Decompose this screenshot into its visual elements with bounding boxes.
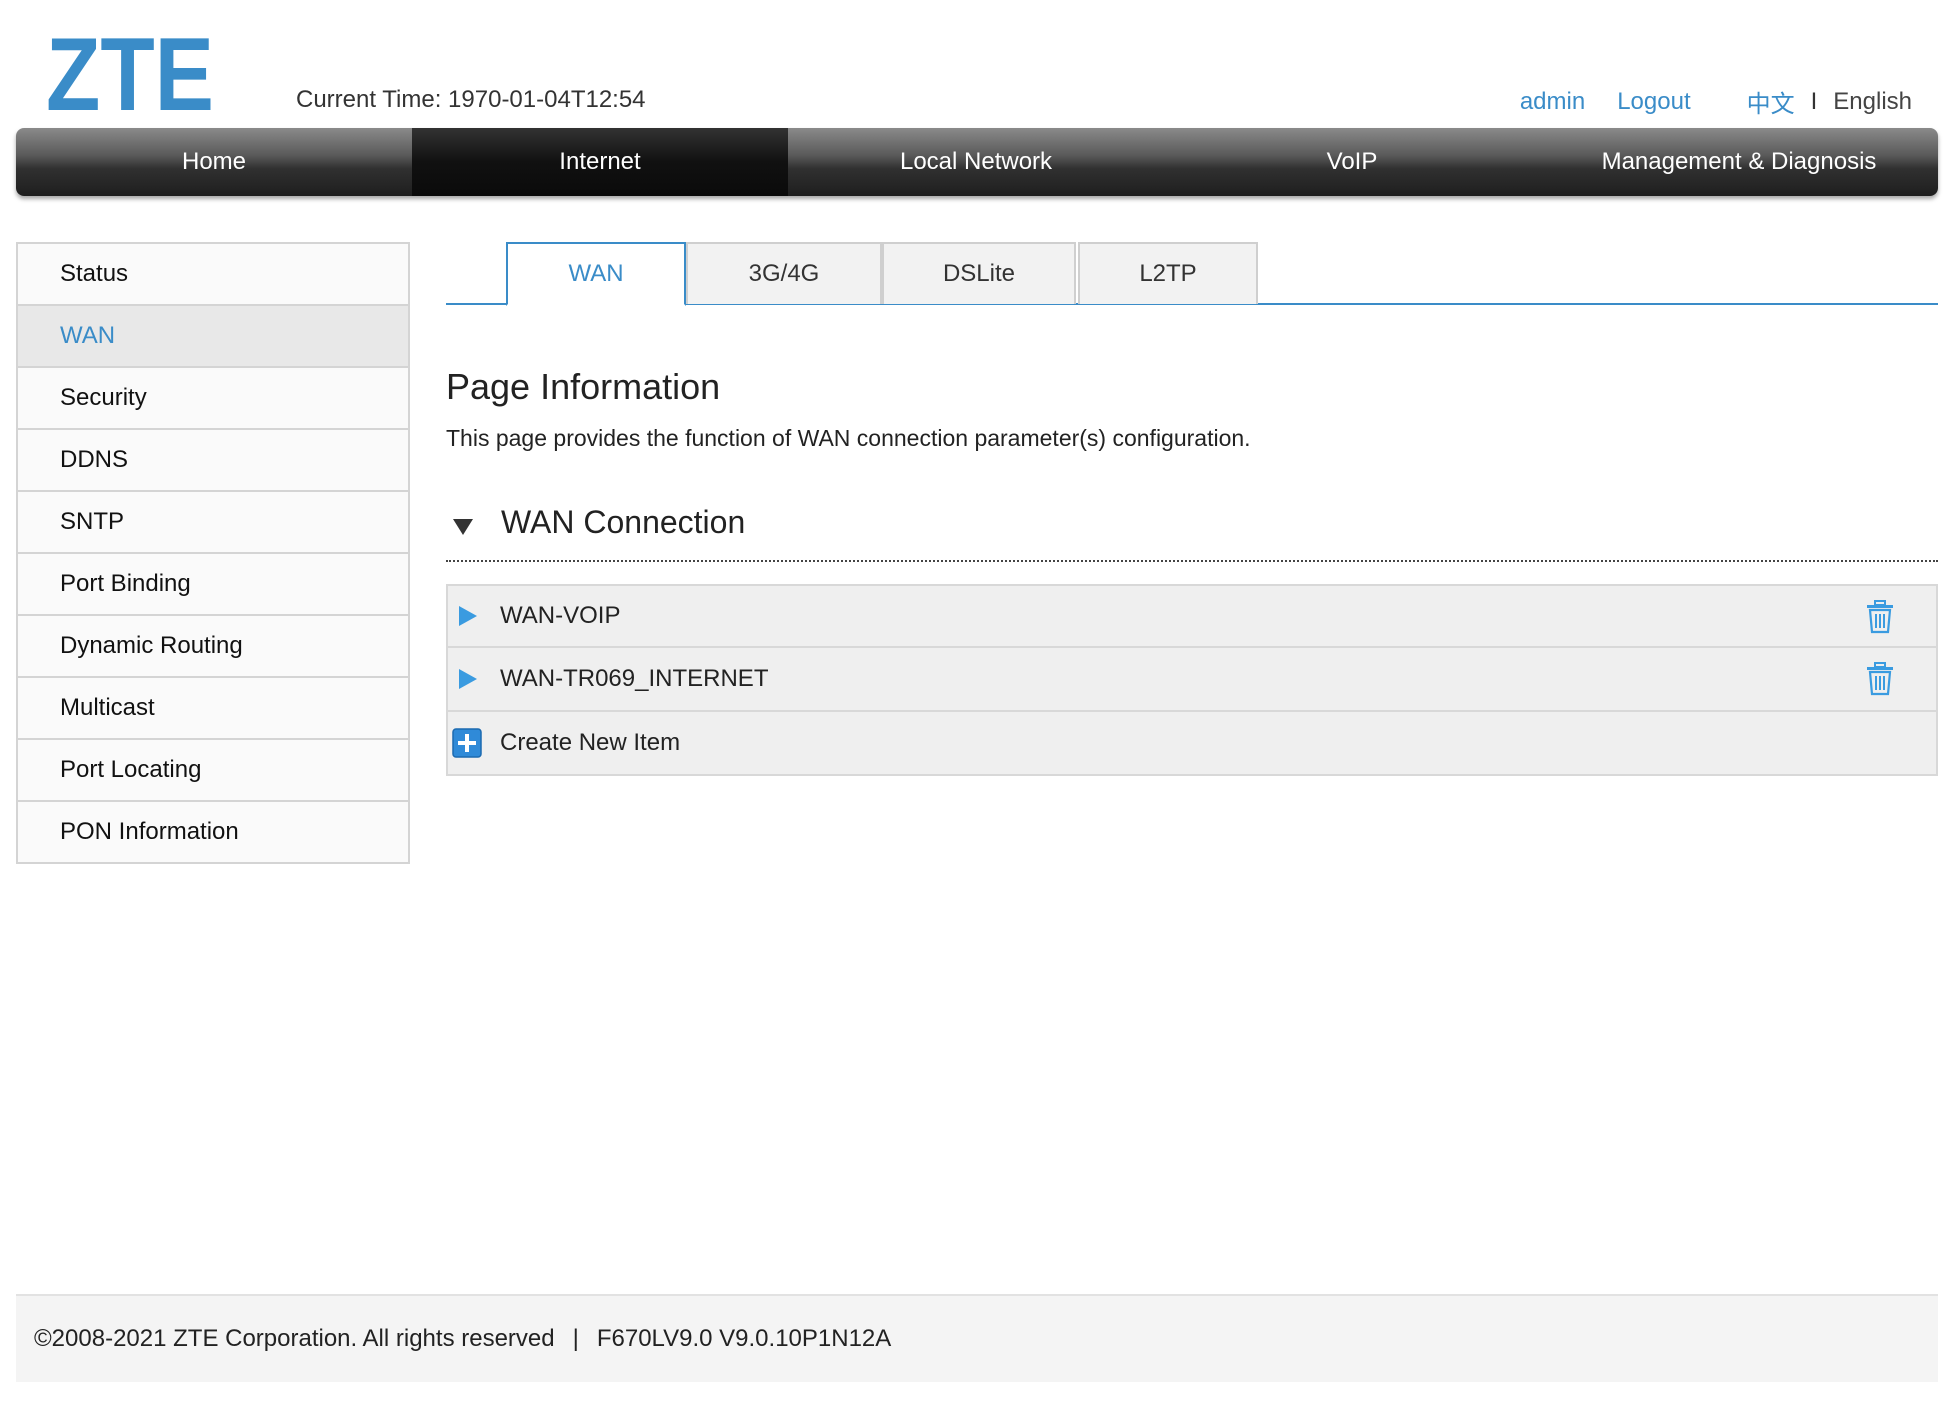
lang-chinese-link[interactable]: 中文	[1747, 84, 1795, 119]
trash-icon[interactable]	[1864, 662, 1896, 696]
sidebar-item-dynamic-routing[interactable]: Dynamic Routing	[18, 616, 408, 678]
sidebar-item-status[interactable]: Status	[18, 244, 408, 306]
main-nav: Home Internet Local Network VoIP Managem…	[16, 128, 1938, 196]
wan-connection-row[interactable]: WAN-TR069_INTERNET	[446, 648, 1938, 712]
lang-separator: I	[1810, 87, 1818, 115]
sidebar-item-pon-information[interactable]: PON Information	[18, 802, 408, 864]
sidebar-item-port-binding[interactable]: Port Binding	[18, 554, 408, 616]
collapse-triangle-icon[interactable]	[451, 515, 475, 539]
nav-local-network[interactable]: Local Network	[788, 128, 1164, 196]
wan-connection-list: WAN-VOIP WAN-TR069_INTERNET Create New I…	[446, 584, 1938, 776]
tab-dslite[interactable]: DSLite	[882, 242, 1076, 304]
page-description: This page provides the function of WAN c…	[446, 425, 1251, 451]
sidebar-item-port-locating[interactable]: Port Locating	[18, 740, 408, 802]
wan-connection-name: WAN-TR069_INTERNET	[500, 665, 769, 692]
user-link[interactable]: admin	[1520, 88, 1585, 116]
nav-home[interactable]: Home	[16, 128, 412, 196]
nav-management-diagnosis[interactable]: Management & Diagnosis	[1540, 128, 1938, 196]
footer-separator: |	[572, 1325, 579, 1352]
sidebar-item-sntp[interactable]: SNTP	[18, 492, 408, 554]
footer: ©2008-2021 ZTE Corporation. All rights r…	[16, 1294, 1938, 1382]
section-divider	[446, 560, 1938, 562]
wan-connection-header[interactable]: WAN Connection	[446, 504, 745, 541]
svg-text:ZTE: ZTE	[46, 26, 214, 116]
plus-icon[interactable]	[452, 728, 482, 758]
zte-logo: ZTE	[46, 26, 214, 116]
expand-arrow-icon[interactable]	[456, 668, 478, 690]
lang-english-link[interactable]: English	[1833, 88, 1912, 116]
current-time-label: Current Time:	[296, 86, 442, 113]
footer-version: F670LV9.0 V9.0.10P1N12A	[596, 1325, 892, 1352]
sidebar: Status WAN Security DDNS SNTP Port Bindi…	[16, 242, 410, 864]
trash-icon[interactable]	[1864, 600, 1896, 634]
sidebar-item-ddns[interactable]: DDNS	[18, 430, 408, 492]
create-new-item-row[interactable]: Create New Item	[446, 712, 1938, 776]
footer-copyright: ©2008-2021 ZTE Corporation. All rights r…	[34, 1325, 555, 1352]
current-time-value: 1970-01-04T12:54	[448, 86, 646, 113]
tab-l2tp[interactable]: L2TP	[1078, 242, 1258, 304]
create-new-item-label: Create New Item	[500, 729, 681, 756]
wan-connection-name: WAN-VOIP	[500, 602, 621, 629]
wan-connection-row[interactable]: WAN-VOIP	[446, 584, 1938, 648]
wan-connection-title: WAN Connection	[501, 504, 746, 540]
nav-voip[interactable]: VoIP	[1164, 128, 1540, 196]
current-time: Current Time: 1970-01-04T12:54	[296, 86, 646, 114]
sidebar-item-security[interactable]: Security	[18, 368, 408, 430]
nav-internet[interactable]: Internet	[412, 128, 788, 196]
logout-link[interactable]: Logout	[1617, 88, 1690, 116]
sidebar-item-multicast[interactable]: Multicast	[18, 678, 408, 740]
expand-arrow-icon[interactable]	[456, 605, 478, 627]
top-links: admin Logout 中文 I English	[1488, 84, 1912, 119]
tab-3g-4g[interactable]: 3G/4G	[686, 242, 882, 304]
tab-wan[interactable]: WAN	[506, 242, 686, 306]
page-title: Page Information	[446, 366, 721, 407]
sidebar-item-wan[interactable]: WAN	[18, 306, 408, 368]
